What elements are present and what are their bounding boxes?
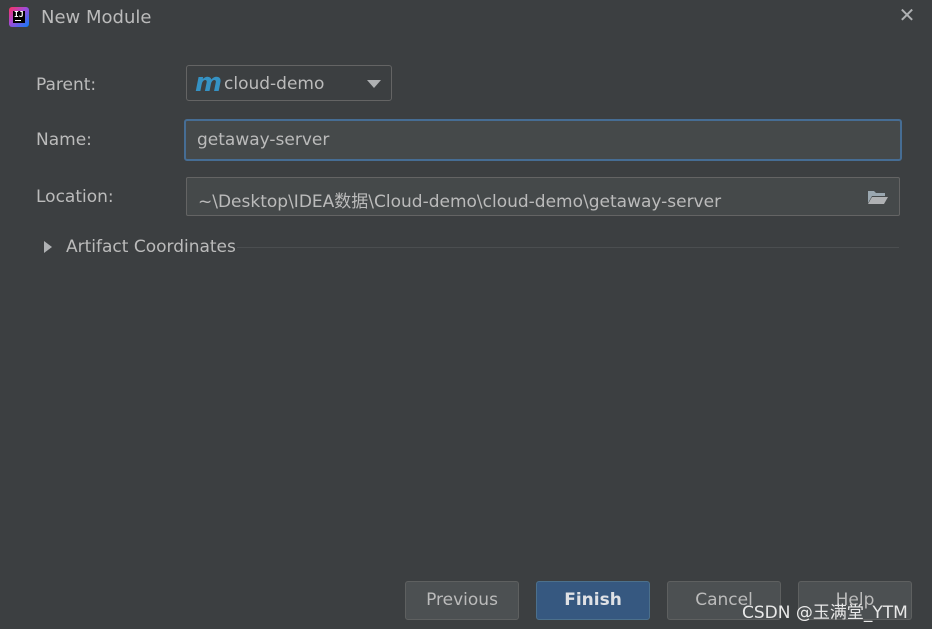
parent-label: Parent: xyxy=(36,75,97,95)
name-input[interactable] xyxy=(184,119,902,161)
location-label: Location: xyxy=(36,187,114,207)
close-icon[interactable]: ✕ xyxy=(897,5,917,25)
name-label: Name: xyxy=(36,130,92,150)
parent-select[interactable]: m cloud-demo xyxy=(186,65,392,101)
maven-module-icon: m xyxy=(195,68,223,98)
dialog-title: New Module xyxy=(41,7,152,28)
location-value: ~\Desktop\IDEA数据\Cloud-demo\cloud-demo\g… xyxy=(198,192,722,212)
watermark-text: CSDN @玉满堂_YTM xyxy=(742,603,908,623)
folder-open-icon[interactable] xyxy=(867,189,889,205)
intellij-idea-icon: IJ xyxy=(9,7,29,27)
artifact-coordinates-section[interactable]: Artifact Coordinates xyxy=(44,236,900,260)
chevron-down-icon xyxy=(367,80,381,88)
finish-button[interactable]: Finish xyxy=(536,581,650,620)
location-input[interactable]: ~\Desktop\IDEA数据\Cloud-demo\cloud-demo\g… xyxy=(186,177,900,216)
section-divider xyxy=(237,247,899,248)
expand-triangle-icon[interactable] xyxy=(44,241,52,253)
artifact-coordinates-label[interactable]: Artifact Coordinates xyxy=(66,237,236,257)
previous-button[interactable]: Previous xyxy=(405,581,519,620)
parent-select-value: cloud-demo xyxy=(224,74,325,94)
title-bar: IJ New Module ✕ xyxy=(0,0,932,36)
